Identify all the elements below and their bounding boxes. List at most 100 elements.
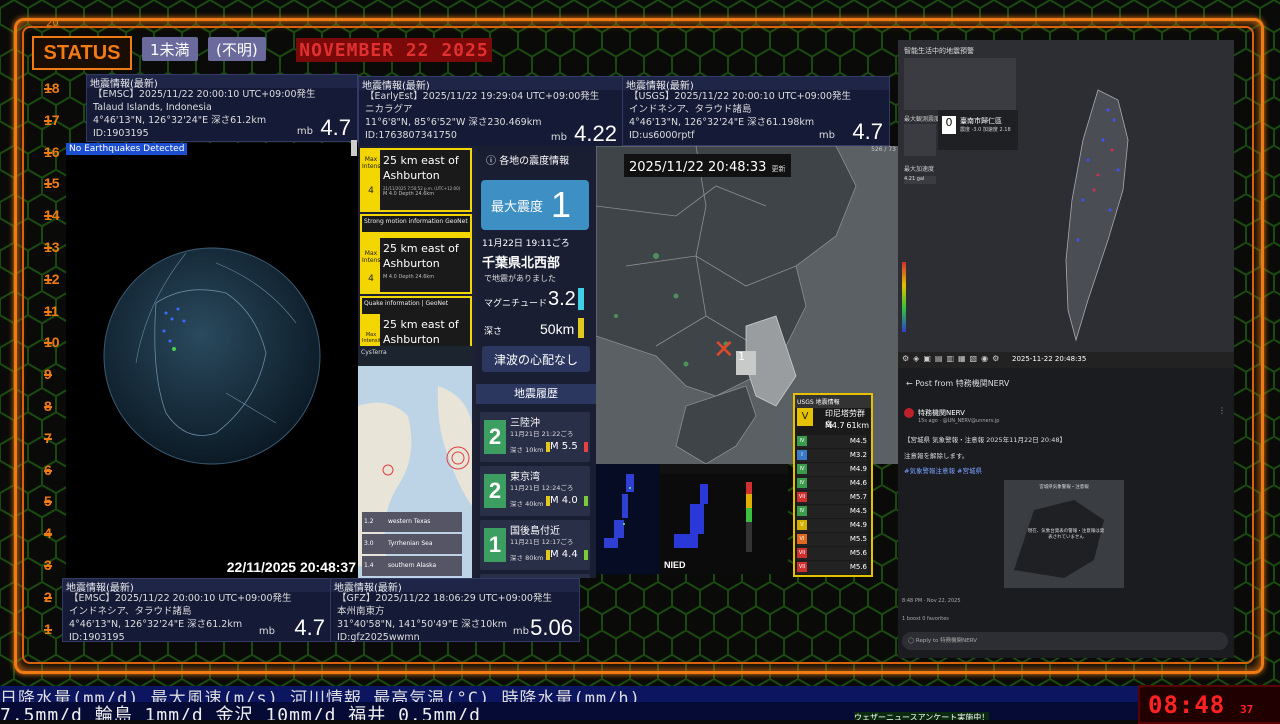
tsunami-status: 津波の心配なし: [482, 346, 590, 372]
history-header: 地震履歴: [476, 384, 596, 404]
panel-source: 【EMSC】2025/11/22 20:00:10 UTC+09:00発生: [93, 89, 316, 100]
panel-magnitude: 4.7: [294, 615, 325, 640]
panel-mag-type: mb: [512, 626, 529, 637]
scale-tick: [44, 183, 52, 186]
usgs-row-mag: M4.5: [849, 437, 867, 445]
history-place: 東京湾: [510, 472, 540, 483]
usgs-row[interactable]: VII M5.7: [797, 491, 867, 504]
more-icon[interactable]: ⋮: [1218, 406, 1226, 415]
reply-input[interactable]: ◯ Reply to 特務機関NERV: [902, 632, 1228, 650]
depth-bar: [578, 318, 584, 338]
usgs-row[interactable]: I M3.2: [797, 449, 867, 462]
usgs-row[interactable]: VI M5.5: [797, 533, 867, 546]
tw-station-sub: 震度 -3.0 加速度 2.18: [960, 127, 1011, 133]
ticker-top-text: 日降水量(mm/d) 最大風速(m/s) 河川情報 最高気温(°C) 時降水量(…: [0, 689, 641, 702]
history-time: 11月21日 21:22ごろ: [510, 430, 574, 438]
panel-region: Talaud Islands, Indonesia: [93, 102, 212, 113]
scale-tick: [44, 88, 52, 90]
post-handle: 15s ago · @UN_NERV@unnerv.jp: [918, 418, 1000, 424]
panel-source: 【USGS】2025/11/22 20:00:10 UTC+09:00発生: [629, 91, 852, 102]
quake-info-card[interactable]: Quake information | GeoNet Max Intensity…: [360, 296, 472, 352]
history-item[interactable]: 2 三陸沖 11月21日 21:22ごろ 深さ 10km M 5.5: [480, 412, 590, 462]
scrollbar[interactable]: [351, 140, 357, 156]
usgs-row[interactable]: IV M4.9: [797, 463, 867, 476]
usgs-row[interactable]: V M4.9: [797, 519, 867, 532]
history-place: 国後島付近: [510, 526, 560, 537]
cystera-place: southern Alaska: [388, 562, 437, 569]
no-earthquakes-label: No Earthquakes Detected: [66, 143, 188, 155]
card-title: 25 km east of Ashburton: [383, 154, 459, 182]
shindo-header: ⓘ 各地の震度情報: [486, 156, 570, 167]
post-image[interactable]: 宮城県気象警報・注意報 現在、気象台発表の警報・注意報は発表されていません: [1004, 480, 1124, 588]
tw-toolbar-icons[interactable]: ⚙◈▣▤▥▦▧◉⚙: [902, 354, 1003, 363]
history-depth: 深さ 40km: [510, 500, 544, 508]
panel-title: 地震情報(最新): [63, 579, 331, 594]
usgs-row-mag: M4.9: [849, 521, 867, 529]
post-tags[interactable]: #気象警報注意報 #宮城県: [904, 465, 982, 475]
usgs-row[interactable]: VII M5.6: [797, 547, 867, 560]
avatar[interactable]: [904, 408, 914, 418]
geonet-card[interactable]: Max Intensity 4 25 km east of Ashburton …: [360, 148, 472, 212]
usgs-row-mag: M4.6: [849, 479, 867, 487]
tw-accel-label: 最大加速度: [904, 166, 935, 173]
scale-tick: [44, 247, 52, 249]
usgs-history: IV M4.5 I M3.2 IV M4.9 IV M4.6 VII M5.7 IV M4.5 V M4.…: [797, 435, 867, 575]
scale-tick: [44, 215, 52, 218]
japan-map: [604, 474, 634, 548]
history-time: 11月21日 12:17ごろ: [510, 538, 574, 546]
post-account[interactable]: 特務機関NERV: [918, 408, 965, 418]
cystera-item[interactable]: 3.0 Tyrrhenian Sea: [362, 534, 462, 554]
unknown-chip: (不明): [208, 37, 266, 61]
map-corner: 526 / 73: [871, 146, 896, 153]
usgs-row-level: VI: [797, 534, 807, 544]
quake-panel-earlyest: 地震情報(最新) 【EarlyEst】2025/11/22 19:29:04 U…: [358, 76, 624, 148]
usgs-row-level: IV: [797, 506, 807, 516]
strong-motion-card[interactable]: Strong motion information GeoNet Max Int…: [360, 214, 472, 294]
panel-title: 地震情報(最新): [623, 77, 889, 92]
card-num: 4: [368, 186, 374, 196]
history-intensity: 2: [484, 474, 506, 508]
reply-placeholder: Reply to 特務機関NERV: [915, 638, 978, 644]
scale-tick: [44, 278, 52, 281]
history-mag: M 4.0: [550, 495, 578, 506]
globe-panel[interactable]: No Earthquakes Detected FPS: 40RAM: 0.71…: [66, 143, 358, 578]
cystera-place: Tyrrhenian Sea: [388, 540, 433, 547]
usgs-row[interactable]: IV M4.6: [797, 477, 867, 490]
scale-tick: [44, 406, 52, 408]
history-item[interactable]: 2 東京湾 11月21日 12:24ごろ 深さ 40km M 4.0: [480, 466, 590, 516]
history-item[interactable]: 1 国後島付近 11月21日 12:17ごろ 深さ 80km M 4.4: [480, 520, 590, 570]
usgs-mag: M4.7: [825, 421, 845, 430]
history-mag: M 4.4: [550, 549, 578, 560]
usgs-row[interactable]: IV M4.5: [797, 505, 867, 518]
post-text: 【宮城県 気象警報・注意報 2025年11月22日 20:48】: [904, 436, 1067, 444]
date-display: NOVEMBER 22 2025: [296, 38, 492, 62]
tw-shindo-label: 最大観測震度: [904, 116, 941, 123]
panel-source: 【EarlyEst】2025/11/22 19:29:04 UTC+09:00発…: [365, 91, 600, 102]
usgs-header: USGS 地震情報: [795, 395, 871, 408]
cystera-panel[interactable]: CysTerra 1.2 western Texas 3.0 Tyrrhenian S…: [358, 346, 472, 578]
max-intensity-box: 最大震度 1: [481, 180, 589, 230]
cystera-mag: 1.2: [364, 518, 374, 525]
history-mag-bar: [584, 442, 588, 452]
card-header: Strong motion information GeoNet: [362, 216, 470, 232]
usgs-row[interactable]: IV M4.5: [797, 435, 867, 448]
usgs-row-mag: M4.9: [849, 465, 867, 473]
usgs-row-level: V: [797, 520, 807, 530]
ticker-bottom: 7.5mm/d 輪島 1mm/d 金沢 10mm/d 福井 0.5mm/d ウェ…: [0, 702, 1140, 720]
max-intensity-label: 最大震度: [491, 200, 544, 215]
map-updated: 更新: [771, 165, 786, 173]
scale-tick: [44, 310, 52, 313]
map-timestamp: 2025/11/22 20:48:33: [629, 160, 767, 175]
scale-tick: [44, 469, 52, 472]
panel-region: インドネシア、タラウド諸島: [629, 104, 752, 115]
nerv-post-panel[interactable]: ← Post from 特務機関NERV 特務機関NERV 15s ago · …: [898, 368, 1234, 658]
mag-bar: [578, 288, 584, 310]
usgs-row[interactable]: VII M5.6: [797, 561, 867, 574]
taiwan-eew-panel[interactable]: 智能生活中的地震預警 最大観測震度 0 臺南市歸仁區 震度 -3.0 加速度 2…: [898, 40, 1234, 368]
cystera-item[interactable]: 1.4 southern Alaska: [362, 556, 462, 576]
tw-station: 臺南市歸仁區: [960, 117, 1002, 125]
usgs-depth: 61km: [846, 421, 869, 430]
cystera-item[interactable]: 1.2 western Texas: [362, 512, 462, 532]
panel-mag-type: mb: [258, 626, 275, 637]
tw-title: 智能生活中的地震預警: [904, 47, 974, 55]
